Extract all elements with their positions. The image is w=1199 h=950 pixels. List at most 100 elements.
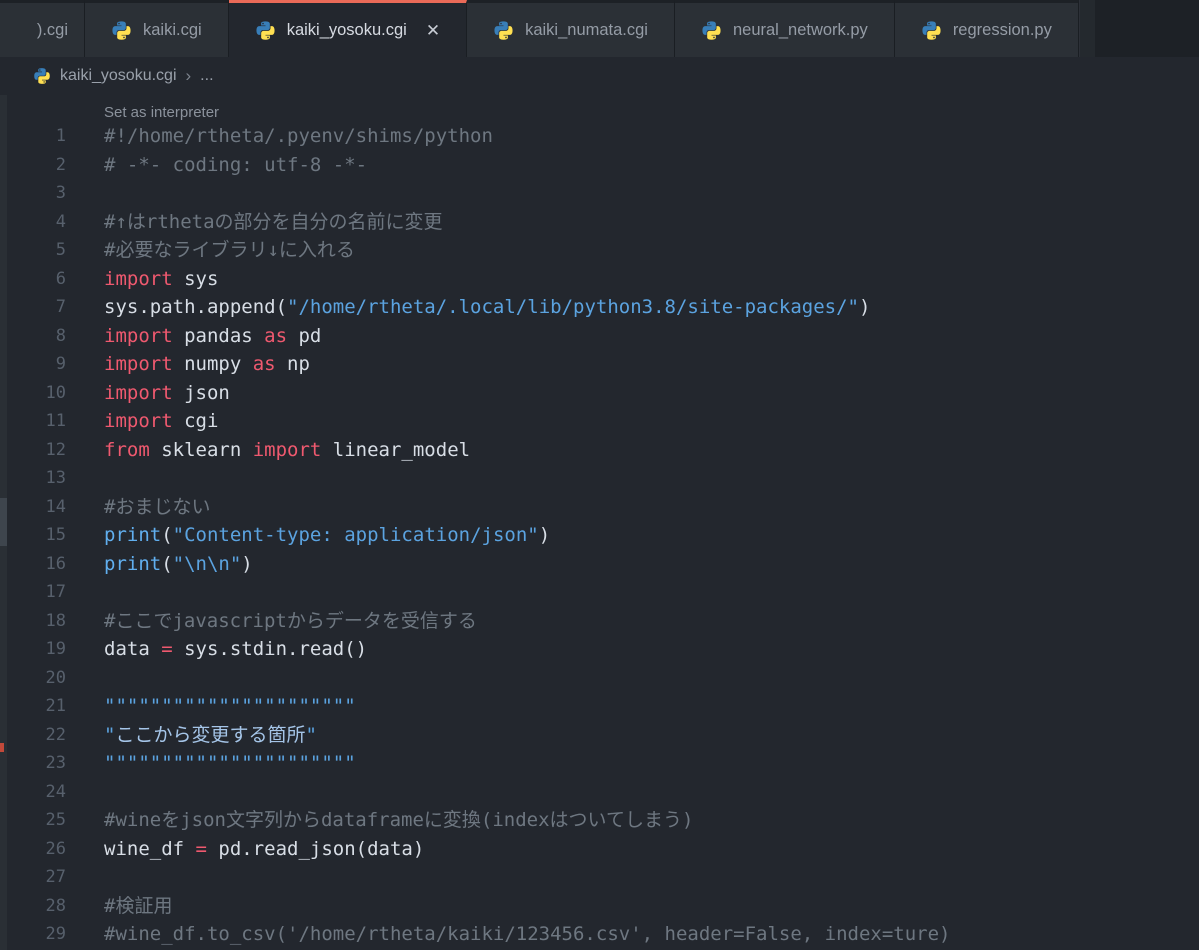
code-line[interactable]: 15print("Content-type: application/json"… <box>7 521 1199 550</box>
code-token: ) <box>539 524 550 546</box>
code-token: print <box>104 553 161 575</box>
adjacent-scrollbar <box>0 95 7 950</box>
tab-kaiki_yosoku.cgi[interactable]: kaiki_yosoku.cgi✕ <box>229 0 467 57</box>
code-token: = <box>196 838 207 860</box>
code-token: ) <box>241 553 252 575</box>
line-number: 12 <box>7 436 66 465</box>
code-token: sklearn <box>150 439 253 461</box>
code-line[interactable]: 9 import numpy as np <box>7 350 1199 379</box>
code-text: print("\n\n") <box>104 550 253 579</box>
code-token: pd.read_json(data) <box>207 838 424 860</box>
breadcrumb-more[interactable]: ... <box>200 67 213 85</box>
code-token: """""""""""""""""""""" <box>104 695 356 717</box>
code-token: sys <box>173 268 219 290</box>
code-text: #おまじない <box>104 493 210 522</box>
code-line[interactable]: 17 <box>7 578 1199 607</box>
line-number: 1 <box>7 122 66 151</box>
code-line[interactable]: 13 <box>7 464 1199 493</box>
code-line[interactable]: 21"""""""""""""""""""""" <box>7 692 1199 721</box>
line-number: 22 <box>7 721 66 750</box>
code-line[interactable]: 6import sys <box>7 265 1199 294</box>
code-line[interactable]: 28#検証用 <box>7 892 1199 921</box>
code-token: "Content-type: application/json" <box>173 524 539 546</box>
code-line[interactable]: 24 <box>7 778 1199 807</box>
code-line[interactable]: 16 print("\n\n") <box>7 550 1199 579</box>
code-line[interactable]: 26wine_df = pd.read_json(data) <box>7 835 1199 864</box>
code-line[interactable]: 7sys.path.append("/home/rtheta/.local/li… <box>7 293 1199 322</box>
code-token: print <box>104 524 161 546</box>
line-number: 11 <box>7 407 66 436</box>
tab-regression.py[interactable]: regression.py <box>895 0 1079 57</box>
code-token: import <box>104 382 173 404</box>
line-number: 14 <box>7 493 66 522</box>
python-icon <box>111 20 132 41</box>
code-line[interactable]: 23 """""""""""""""""""""" <box>7 749 1199 778</box>
code-token: #!/home/rtheta/.pyenv/shims/python <box>104 125 493 147</box>
line-number: 16 <box>7 550 66 579</box>
code-token: numpy <box>173 353 253 375</box>
code-line[interactable]: 14 #おまじない <box>7 493 1199 522</box>
line-number: 17 <box>7 578 66 607</box>
code-text: wine_df = pd.read_json(data) <box>104 835 424 864</box>
code-line[interactable]: 10import json <box>7 379 1199 408</box>
code-line[interactable]: 11import cgi <box>7 407 1199 436</box>
code-token: json <box>173 382 230 404</box>
code-token: as <box>253 353 276 375</box>
code-line[interactable]: 20 <box>7 664 1199 693</box>
code-token: #検証用 <box>104 895 172 917</box>
code-text: "ここから変更する箇所" <box>104 721 317 750</box>
code-line[interactable]: 12from sklearn import linear_model <box>7 436 1199 465</box>
code-token: #wine_df.to_csv('/home/rtheta/kaiki/1234… <box>104 923 950 945</box>
python-icon <box>921 20 942 41</box>
line-number: 18 <box>7 607 66 636</box>
code-line[interactable]: 18 #ここでjavascriptからデータを受信する <box>7 607 1199 636</box>
code-text: #↑はrthetaの部分を自分の名前に変更 <box>104 208 443 237</box>
code-line[interactable]: 2# -*- coding: utf-8 -*- <box>7 151 1199 180</box>
line-number: 7 <box>7 293 66 322</box>
breadcrumb-file[interactable]: kaiki_yosoku.cgi <box>60 67 177 85</box>
code-text: #ここでjavascriptからデータを受信する <box>104 607 477 636</box>
code-line[interactable]: 27 <box>7 863 1199 892</box>
code-token: linear_model <box>321 439 470 461</box>
code-token: #↑はrthetaの部分を自分の名前に変更 <box>104 211 443 233</box>
code-text: import numpy as np <box>104 350 310 379</box>
code-line[interactable]: 4 #↑はrthetaの部分を自分の名前に変更 <box>7 208 1199 237</box>
code-text: #検証用 <box>104 892 172 921</box>
code-token: "/home/rtheta/.local/lib/python3.8/site-… <box>287 296 859 318</box>
code-text: """""""""""""""""""""" <box>104 749 356 778</box>
code-line[interactable]: 1 #!/home/rtheta/.pyenv/shims/python <box>7 122 1199 151</box>
scrollbar-thumb[interactable] <box>0 498 7 546</box>
code-token: """""""""""""""""""""" <box>104 752 356 774</box>
code-token: import <box>104 325 173 347</box>
code-line[interactable]: 3 <box>7 179 1199 208</box>
line-number: 4 <box>7 208 66 237</box>
code-line[interactable]: 19data = sys.stdin.read() <box>7 635 1199 664</box>
line-number: 5 <box>7 236 66 265</box>
code-editor[interactable]: Set as interpreter 1 #!/home/rtheta/.pyen… <box>7 95 1199 950</box>
code-token: #ここでjavascriptからデータを受信する <box>104 610 477 632</box>
error-marker <box>0 743 4 752</box>
code-line[interactable]: 8import pandas as pd <box>7 322 1199 351</box>
tab-).cgi[interactable]: ).cgi <box>0 0 85 57</box>
tab-neural_network.py[interactable]: neural_network.py <box>675 0 895 57</box>
line-number: 9 <box>7 350 66 379</box>
code-token: pd <box>287 325 321 347</box>
code-line[interactable]: 25#wineをjson文字列からdataframeに変換(indexはついてし… <box>7 806 1199 835</box>
code-token: " <box>305 724 316 746</box>
close-icon[interactable]: ✕ <box>426 22 440 39</box>
code-text: print("Content-type: application/json") <box>104 521 550 550</box>
code-token: import <box>253 439 322 461</box>
code-token: as <box>264 325 287 347</box>
code-token: ( <box>161 553 172 575</box>
tab-kaiki_numata.cgi[interactable]: kaiki_numata.cgi <box>467 0 675 57</box>
code-token: ) <box>859 296 870 318</box>
tab-bar: ).cgikaiki.cgikaiki_yosoku.cgi✕kaiki_num… <box>0 0 1199 57</box>
code-line[interactable]: 5#必要なライブラリ↓に入れる <box>7 236 1199 265</box>
code-line[interactable]: 22 "ここから変更する箇所" <box>7 721 1199 750</box>
code-token: pandas <box>173 325 265 347</box>
code-token: import <box>104 410 173 432</box>
codelens-set-interpreter[interactable]: Set as interpreter <box>7 95 1199 122</box>
tab-kaiki.cgi[interactable]: kaiki.cgi <box>85 0 229 57</box>
code-line[interactable]: 29#wine_df.to_csv('/home/rtheta/kaiki/12… <box>7 920 1199 949</box>
line-number: 23 <box>7 749 66 778</box>
